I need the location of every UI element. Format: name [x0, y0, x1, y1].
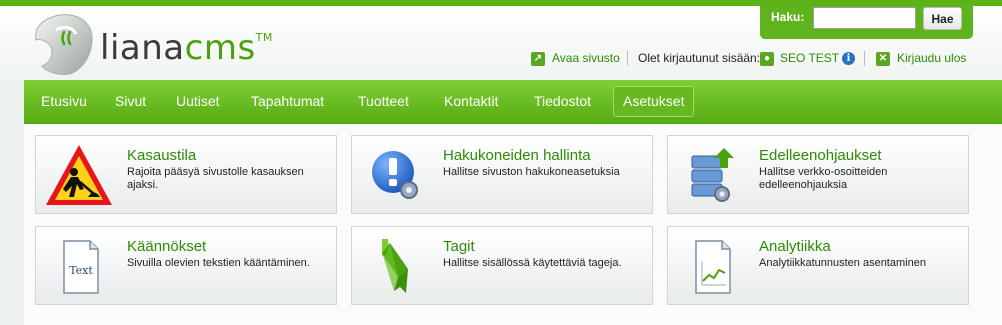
nav-item-tuotteet[interactable]: Tuotteet: [349, 86, 418, 117]
tile-description: Sivuilla olevien tekstien kääntäminen.: [127, 257, 310, 269]
tile-description: Hallitse sivuston hakukoneasetuksia: [443, 166, 620, 178]
open-site-icon: ↗: [531, 52, 545, 66]
redirect-server-icon: [691, 148, 734, 202]
open-site-link[interactable]: Avaa sivusto: [552, 51, 620, 65]
nav-item-etusivu[interactable]: Etusivu: [32, 86, 96, 117]
logout-icon: ✕: [876, 52, 890, 66]
logo-text-cms: cms: [184, 28, 256, 68]
tile-title: Käännökset: [127, 238, 207, 255]
divider: [864, 51, 865, 66]
nav-item-tiedostot[interactable]: Tiedostot: [525, 86, 600, 117]
tile-title: Edelleenohjaukset: [759, 147, 882, 164]
search-input[interactable]: [813, 7, 916, 29]
search-label: Haku:: [771, 10, 805, 24]
tile-description: Rajoita pääsyä sivustolle kasauksen ajak…: [127, 166, 304, 191]
settings-content: Kasaustila Rajoita pääsyä sivustolle kas…: [24, 124, 1002, 325]
search-button[interactable]: Hae: [923, 7, 962, 30]
tile-title: Kasaustila: [127, 147, 197, 164]
search-engine-settings-icon: [372, 151, 418, 199]
settings-tile-tagit[interactable]: Tagit Hallitse sisällössä käytettäviä ta…: [351, 226, 653, 305]
logo-trademark: TM: [255, 30, 273, 44]
tile-title: Analytiikka: [759, 238, 831, 255]
info-icon[interactable]: i: [842, 52, 855, 65]
settings-tile-edelleenohjaukset[interactable]: Edelleenohjaukset Hallitse verkko-osoitt…: [667, 135, 969, 214]
search-box: Haku: Hae: [760, 6, 973, 39]
divider: [627, 51, 628, 66]
tag-ribbon-icon: [382, 239, 408, 293]
construction-sign-icon: [46, 145, 112, 205]
logout-link[interactable]: Kirjaudu ulos: [897, 51, 966, 65]
nav-item-tapahtumat[interactable]: Tapahtumat: [242, 86, 333, 117]
tile-description: Analytiikkatunnusten asentaminen: [759, 257, 926, 269]
tile-title: Hakukoneiden hallinta: [443, 147, 591, 164]
tile-title: Tagit: [443, 238, 475, 255]
lianacms-logo-icon: [35, 14, 93, 75]
settings-tile-analytiikka[interactable]: Analytiikka Analytiikkatunnusten asentam…: [667, 226, 969, 305]
nav-item-uutiset[interactable]: Uutiset: [167, 86, 229, 117]
settings-tile-kaannokset[interactable]: Text Käännökset Sivuilla olevien tekstie…: [35, 226, 337, 305]
logged-in-label: Olet kirjautunut sisään:: [638, 51, 761, 65]
nav-item-asetukset[interactable]: Asetukset: [613, 86, 695, 117]
logo[interactable]: lianacmsTM: [30, 12, 273, 78]
nav-item-sivut[interactable]: Sivut: [106, 86, 155, 117]
main-nav: Etusivu Sivut Uutiset Tapahtumat Tuottee…: [24, 80, 1002, 124]
text-document-icon-label: Text: [69, 264, 93, 277]
settings-tile-hakukoneiden-hallinta[interactable]: Hakukoneiden hallinta Hallitse sivuston …: [351, 135, 653, 214]
analytics-chart-icon: [695, 240, 731, 294]
logo-wordmark: lianacmsTM: [100, 28, 273, 68]
settings-tile-kasaustila[interactable]: Kasaustila Rajoita pääsyä sivustolle kas…: [35, 135, 337, 214]
text-document-icon: Text: [63, 240, 99, 294]
tile-description: Hallitse sisällössä käytettäviä tageja.: [443, 257, 622, 269]
nav-item-kontaktit[interactable]: Kontaktit: [435, 86, 507, 117]
user-icon: ●: [760, 52, 774, 66]
user-name-link[interactable]: SEO TEST: [780, 51, 839, 65]
tile-description: Hallitse verkko-osoitteiden edelleenohja…: [759, 166, 888, 191]
logo-text-liana: liana: [100, 28, 185, 68]
